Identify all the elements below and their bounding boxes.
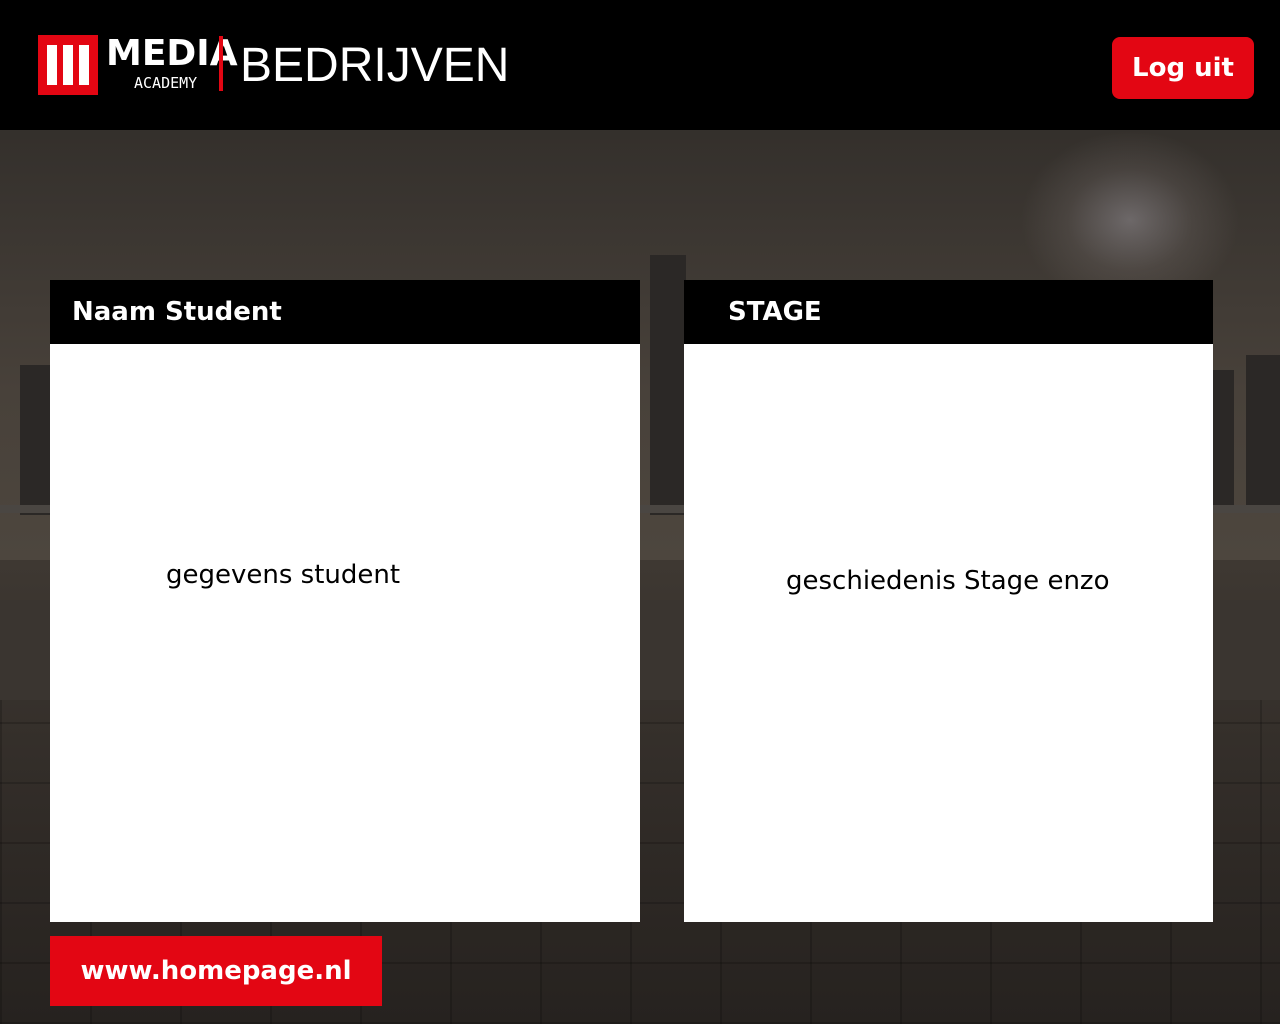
stage-panel-title: STAGE xyxy=(684,280,1213,344)
logo-sub-text: ACADEMY xyxy=(134,74,198,92)
homepage-link-button[interactable]: www.homepage.nl xyxy=(50,936,382,1006)
stage-history-text: geschiedenis Stage enzo xyxy=(786,566,1110,596)
student-panel: Naam Student gegevens student xyxy=(50,280,640,922)
logo-brand-text: MEDIA xyxy=(106,33,238,74)
student-details-text: gegevens student xyxy=(166,560,401,590)
page-title: BEDRIJVEN xyxy=(240,39,510,92)
logo-divider xyxy=(219,36,223,91)
stage-panel: STAGE geschiedenis Stage enzo xyxy=(684,280,1213,922)
student-panel-title: Naam Student xyxy=(50,280,640,344)
logo-mark-icon xyxy=(38,35,98,95)
media-academy-logo[interactable]: MEDIA ACADEMY xyxy=(38,34,238,96)
logout-button[interactable]: Log uit xyxy=(1112,37,1254,99)
top-header: MEDIA ACADEMY BEDRIJVEN Log uit xyxy=(0,0,1280,130)
